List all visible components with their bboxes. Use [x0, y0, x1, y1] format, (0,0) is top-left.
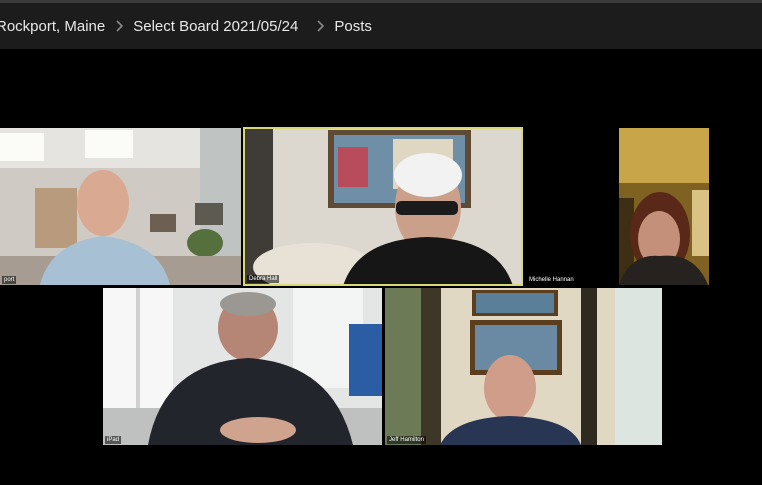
participant-name: Jeff Hamilton: [387, 436, 426, 444]
participant-name: Debra Hall: [247, 275, 280, 283]
breadcrumb-item-town[interactable]: Rockport, Maine: [0, 18, 105, 35]
participant-name: iPad: [105, 436, 122, 444]
participant-name: Michelle Hannan: [527, 276, 576, 284]
breadcrumb-item-posts[interactable]: Posts: [334, 18, 372, 35]
chevron-right-icon: [115, 20, 124, 32]
video-tile-jeff-hamilton[interactable]: Jeff Hamilton: [385, 288, 662, 445]
breadcrumb-item-meeting[interactable]: Select Board 2021/05/24: [133, 18, 298, 35]
video-feed: [525, 128, 709, 285]
breadcrumb: Rockport, Maine Select Board 2021/05/24 …: [0, 3, 762, 49]
participant-name: port: [2, 276, 17, 284]
video-tile-michelle-hannan[interactable]: Michelle Hannan: [525, 128, 709, 285]
video-tile-debra-hall[interactable]: Debra Hall: [243, 127, 523, 286]
video-feed: [385, 288, 662, 445]
video-tile-port[interactable]: port: [0, 128, 241, 285]
video-feed: [0, 128, 241, 285]
video-feed: [243, 127, 523, 286]
video-tile-ipad[interactable]: iPad: [103, 288, 382, 445]
chevron-right-icon: [316, 20, 325, 32]
video-feed: [103, 288, 382, 445]
